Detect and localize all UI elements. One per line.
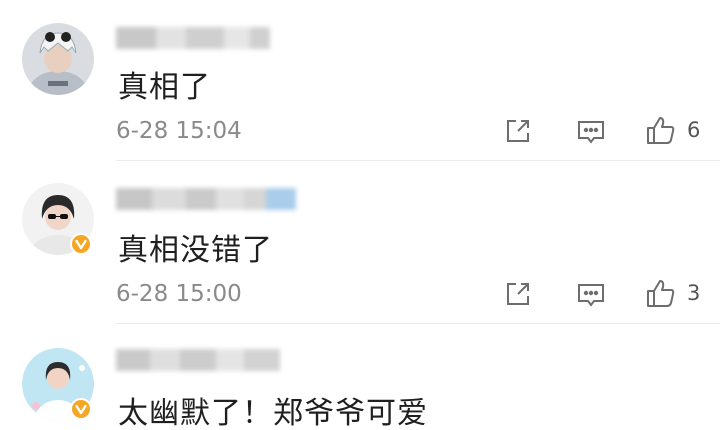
comment-feed: 真相了 6-28 15:04 6 真相没错了 6-28 15:00 3 太幽默了… — [0, 0, 720, 430]
avatar[interactable] — [22, 23, 94, 95]
share-button[interactable] — [504, 117, 532, 145]
like-button[interactable]: 6 — [645, 114, 700, 146]
comment-text: 太幽默了！郑爷爷可爱 — [118, 396, 428, 430]
share-icon — [507, 283, 529, 305]
like-icon — [647, 117, 675, 144]
comment-item: 真相了 6-28 15:04 6 — [0, 0, 720, 161]
comment-text: 真相没错了 — [118, 233, 273, 268]
like-count: 6 — [687, 118, 701, 142]
comment-item: 太幽默了！郑爷爷可爱 — [0, 324, 720, 430]
verified-badge-icon — [70, 398, 92, 420]
share-button[interactable] — [504, 280, 532, 308]
like-button[interactable]: 3 — [645, 277, 700, 309]
comment-text: 真相了 — [118, 70, 211, 105]
reply-button[interactable] — [576, 281, 606, 309]
like-count: 3 — [687, 281, 701, 305]
reply-button[interactable] — [576, 118, 606, 146]
timestamp: 6-28 15:04 — [116, 118, 242, 144]
like-icon — [647, 280, 675, 307]
share-icon — [507, 120, 529, 142]
username-blurred[interactable] — [116, 188, 296, 210]
verified-badge-icon — [70, 233, 92, 255]
username-blurred[interactable] — [116, 349, 280, 371]
comment-icon — [578, 121, 604, 144]
comment-item: 真相没错了 6-28 15:00 3 — [0, 161, 720, 324]
comment-icon — [578, 284, 604, 307]
username-blurred[interactable] — [116, 27, 270, 49]
timestamp: 6-28 15:00 — [116, 281, 242, 307]
